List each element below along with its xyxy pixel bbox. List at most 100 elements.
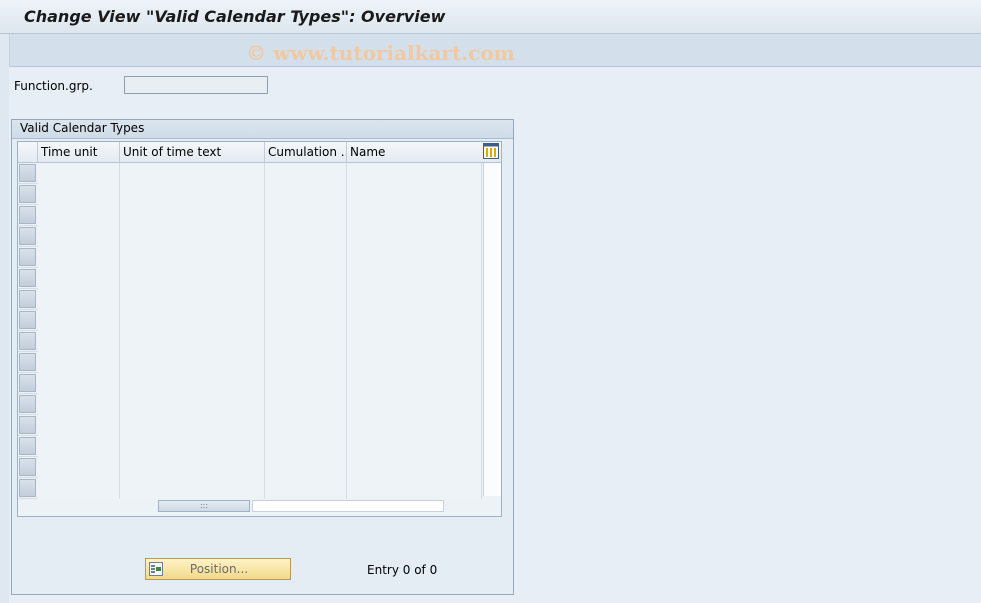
row-selector[interactable] (19, 416, 36, 434)
scroll-thumb[interactable]: ::: (158, 500, 250, 512)
table-cell[interactable] (265, 331, 347, 352)
table-cell[interactable] (38, 436, 120, 457)
row-selector[interactable] (19, 437, 36, 455)
position-button[interactable]: Position... (145, 558, 291, 580)
table-cell[interactable] (265, 457, 347, 478)
scroll-track[interactable] (252, 500, 444, 512)
table-cell[interactable] (347, 457, 482, 478)
row-selector[interactable] (19, 458, 36, 476)
row-selector[interactable] (19, 353, 36, 371)
table-cell[interactable] (347, 268, 482, 289)
row-selector[interactable] (19, 206, 36, 224)
table-cell[interactable] (38, 415, 120, 436)
table-cell[interactable] (120, 226, 265, 247)
entry-counter: Entry 0 of 0 (367, 563, 438, 577)
function-group-input[interactable] (124, 76, 268, 94)
row-selector[interactable] (19, 269, 36, 287)
row-selector[interactable] (19, 227, 36, 245)
column-header-time-unit[interactable]: Time unit (38, 142, 120, 162)
row-selector[interactable] (19, 248, 36, 266)
table-cell[interactable] (38, 184, 120, 205)
table-cell[interactable] (265, 205, 347, 226)
table-row (18, 352, 482, 373)
row-selector[interactable] (19, 185, 36, 203)
table-cell[interactable] (265, 268, 347, 289)
row-selector[interactable] (19, 164, 36, 182)
table-header: Time unit Unit of time text Cumulation .… (18, 142, 501, 163)
table-cell[interactable] (265, 163, 347, 184)
table-cell[interactable] (265, 226, 347, 247)
table-cell[interactable] (120, 247, 265, 268)
table-cell[interactable] (265, 415, 347, 436)
table-cell[interactable] (38, 226, 120, 247)
table-cell[interactable] (347, 226, 482, 247)
column-header-name[interactable]: Name (347, 142, 482, 162)
table-cell[interactable] (120, 352, 265, 373)
row-selector[interactable] (19, 311, 36, 329)
table-cell[interactable] (38, 163, 120, 184)
title-bar: Change View "Valid Calendar Types": Over… (0, 0, 981, 34)
table-cell[interactable] (347, 373, 482, 394)
table-cell[interactable] (347, 478, 482, 499)
group-header: Valid Calendar Types (12, 120, 513, 139)
row-selector[interactable] (19, 479, 36, 497)
table-cell[interactable] (38, 289, 120, 310)
table-cell[interactable] (347, 415, 482, 436)
row-selector[interactable] (19, 395, 36, 413)
table-cell[interactable] (265, 373, 347, 394)
table-cell[interactable] (120, 289, 265, 310)
table-cell[interactable] (38, 310, 120, 331)
row-selector[interactable] (19, 374, 36, 392)
table-cell[interactable] (347, 289, 482, 310)
table-cell[interactable] (120, 394, 265, 415)
table-cell[interactable] (347, 247, 482, 268)
table-cell[interactable] (38, 457, 120, 478)
table-cell[interactable] (38, 373, 120, 394)
table-cell[interactable] (347, 436, 482, 457)
table-cell[interactable] (38, 478, 120, 499)
table-cell[interactable] (120, 415, 265, 436)
table-cell[interactable] (120, 268, 265, 289)
table-settings-icon[interactable] (483, 143, 499, 159)
table-cell[interactable] (265, 436, 347, 457)
table-cell[interactable] (347, 394, 482, 415)
table-cell[interactable] (347, 163, 482, 184)
table-cell[interactable] (347, 352, 482, 373)
table-cell[interactable] (120, 310, 265, 331)
table-cell[interactable] (120, 478, 265, 499)
table-cell[interactable] (38, 352, 120, 373)
row-selector[interactable] (19, 332, 36, 350)
table-row (18, 331, 482, 352)
table-cell[interactable] (265, 289, 347, 310)
table-cell[interactable] (38, 394, 120, 415)
select-all-cell[interactable] (18, 142, 38, 162)
table-cell[interactable] (120, 163, 265, 184)
table-row (18, 289, 482, 310)
table-cell[interactable] (38, 247, 120, 268)
column-header-unit-of-time-text[interactable]: Unit of time text (120, 142, 265, 162)
table-cell[interactable] (265, 310, 347, 331)
table-cell[interactable] (120, 184, 265, 205)
table-cell[interactable] (265, 352, 347, 373)
table-cell[interactable] (265, 394, 347, 415)
table-cell[interactable] (38, 205, 120, 226)
table-cell[interactable] (120, 436, 265, 457)
row-selector[interactable] (19, 290, 36, 308)
table-cell[interactable] (38, 268, 120, 289)
table-cell[interactable] (120, 373, 265, 394)
table-cell[interactable] (265, 478, 347, 499)
table-cell[interactable] (38, 331, 120, 352)
vertical-scrollbar[interactable] (483, 163, 501, 496)
table-cell[interactable] (265, 184, 347, 205)
table-cell[interactable] (265, 247, 347, 268)
column-header-cumulation[interactable]: Cumulation ... (265, 142, 347, 162)
table-cell[interactable] (347, 205, 482, 226)
table-cell[interactable] (347, 184, 482, 205)
table-cell[interactable] (120, 205, 265, 226)
table-cell[interactable] (120, 331, 265, 352)
calendar-types-table: Time unit Unit of time text Cumulation .… (17, 141, 502, 517)
horizontal-scrollbar[interactable]: ::: (122, 498, 480, 515)
table-cell[interactable] (347, 331, 482, 352)
table-cell[interactable] (347, 310, 482, 331)
table-cell[interactable] (120, 457, 265, 478)
